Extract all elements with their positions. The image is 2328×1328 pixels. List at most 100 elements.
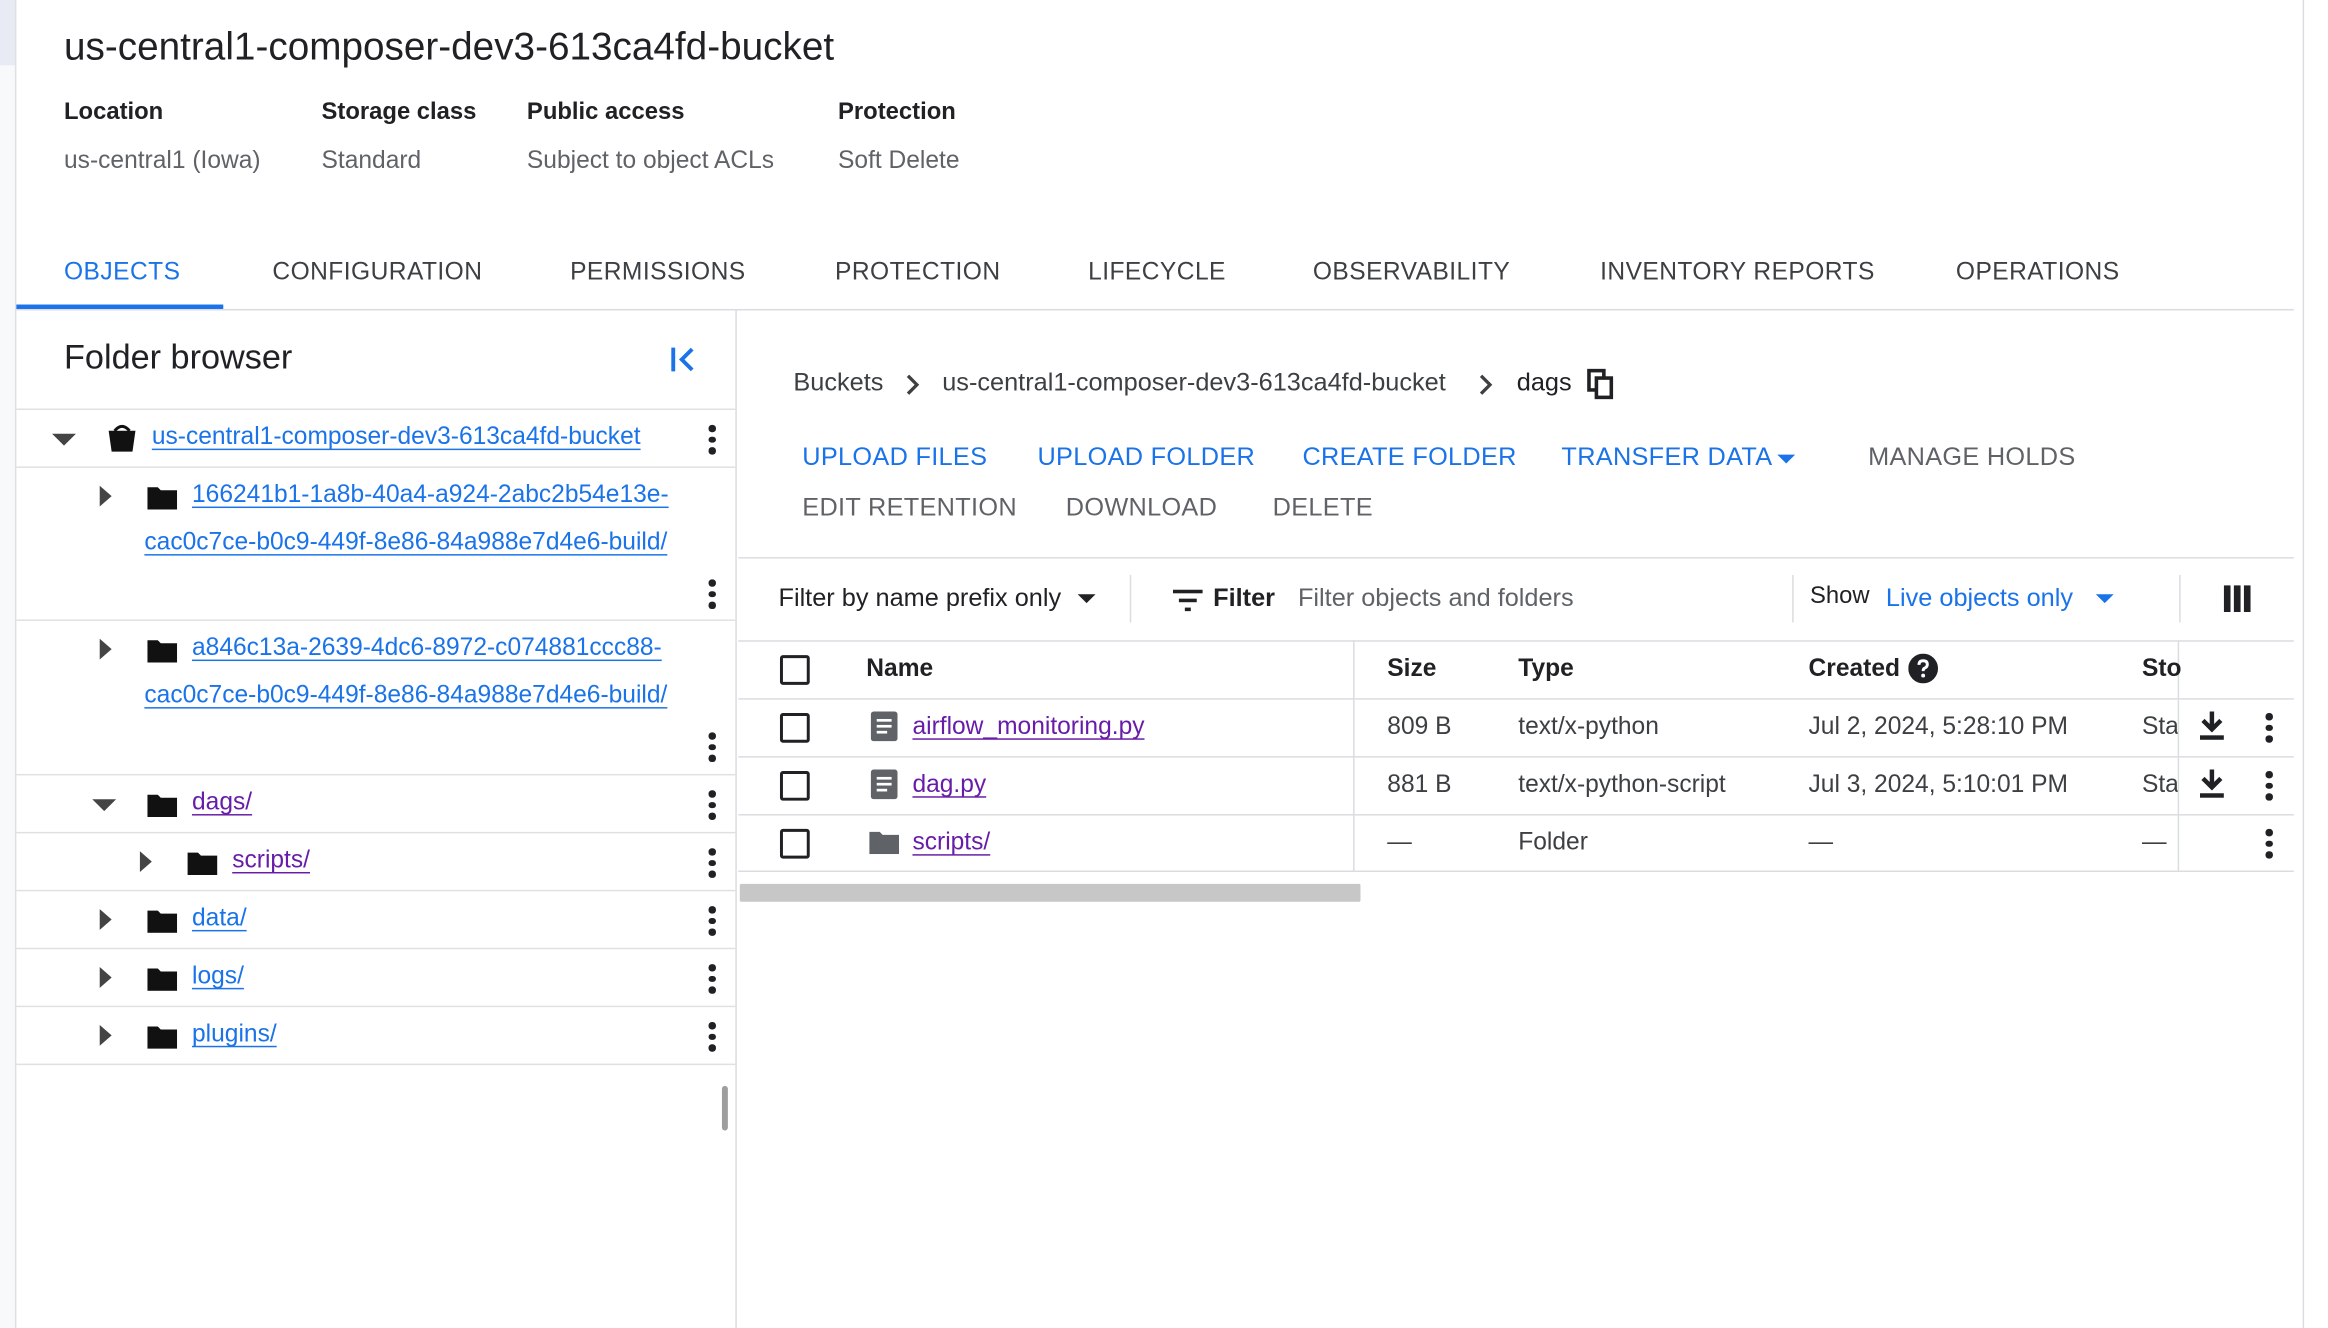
- tab-objects[interactable]: OBJECTS: [64, 258, 180, 286]
- object-created: Jul 2, 2024, 5:28:10 PM: [1808, 713, 2068, 740]
- breadcrumb-buckets[interactable]: Buckets: [793, 368, 883, 398]
- tab-permissions[interactable]: PERMISSIONS: [570, 258, 746, 286]
- column-name[interactable]: Name: [866, 655, 933, 683]
- row-more-icon[interactable]: [2264, 770, 2273, 801]
- tabs-divider: [16, 308, 2294, 311]
- object-storage: Sta: [2141, 770, 2178, 798]
- storage-class-label: Storage class: [321, 99, 477, 125]
- folder-more-icon[interactable]: [707, 848, 716, 878]
- chevron-right-icon: [1479, 374, 1493, 395]
- copy-icon[interactable]: [1587, 368, 1614, 400]
- expand-icon[interactable]: [99, 485, 112, 507]
- collapse-icon[interactable]: [92, 799, 117, 812]
- tab-inventory-reports[interactable]: INVENTORY REPORTS: [1600, 258, 1875, 286]
- folder-more-icon[interactable]: [707, 790, 716, 820]
- show-select[interactable]: Live objects only: [1886, 584, 2073, 614]
- object-type: Folder: [1518, 828, 1588, 856]
- tree-folder-build-1[interactable]: 166241b1-1a8b-40a4-a924-2abc2b54e13e-: [192, 481, 669, 509]
- location-value: us-central1 (Iowa): [64, 147, 261, 174]
- right-gutter: [2304, 0, 2328, 1328]
- table-horizontal-scrollbar[interactable]: [739, 883, 1361, 902]
- folder-more-icon[interactable]: [707, 964, 716, 994]
- object-link[interactable]: scripts/: [912, 829, 990, 857]
- tree-folder-logs[interactable]: logs/: [192, 963, 244, 991]
- delete-button[interactable]: DELETE: [1273, 493, 1373, 523]
- chevron-right-icon: [906, 374, 920, 395]
- object-size: 809 B: [1387, 713, 1452, 740]
- folder-more-icon[interactable]: [707, 1022, 716, 1052]
- folder-more-icon[interactable]: [707, 906, 716, 936]
- object-link[interactable]: airflow_monitoring.py: [912, 713, 1144, 741]
- column-display-icon[interactable]: [2223, 585, 2251, 613]
- tree-folder-plugins[interactable]: plugins/: [192, 1021, 277, 1049]
- transfer-data-button[interactable]: TRANSFER DATA: [1561, 443, 1772, 473]
- folder-browser-scrollbar[interactable]: [721, 1085, 728, 1131]
- create-folder-button[interactable]: CREATE FOLDER: [1302, 443, 1516, 473]
- folder-icon: [147, 910, 178, 933]
- breadcrumb-bucket[interactable]: us-central1-composer-dev3-613ca4fd-bucke…: [942, 368, 1446, 398]
- tab-protection[interactable]: PROTECTION: [835, 258, 1000, 286]
- transfer-dropdown-icon[interactable]: [1777, 454, 1796, 464]
- download-button[interactable]: DOWNLOAD: [1066, 493, 1217, 523]
- manage-holds-button[interactable]: MANAGE HOLDS: [1868, 443, 2075, 473]
- folder-browser-divider: [735, 310, 737, 1328]
- filter-icon: [1172, 589, 1203, 612]
- root-more-icon[interactable]: [707, 424, 716, 455]
- download-icon[interactable]: [2199, 769, 2226, 799]
- storage-class-value: Standard: [321, 147, 422, 174]
- expand-icon[interactable]: [99, 967, 112, 988]
- expand-icon[interactable]: [99, 1024, 112, 1046]
- folder-icon: [869, 831, 900, 855]
- filter-mode-dropdown-icon[interactable]: [1077, 594, 1096, 604]
- collapse-panel-icon[interactable]: [667, 343, 700, 376]
- breadcrumb-current: dags: [1516, 368, 1572, 397]
- object-storage: —: [2141, 828, 2167, 856]
- tab-lifecycle[interactable]: LIFECYCLE: [1088, 258, 1226, 286]
- tree-folder-data[interactable]: data/: [192, 905, 247, 933]
- tree-folder-scripts[interactable]: scripts/: [232, 847, 310, 875]
- collapse-root-icon[interactable]: [52, 433, 76, 446]
- tab-operations[interactable]: OPERATIONS: [1956, 258, 2120, 286]
- folder-icon: [147, 794, 178, 818]
- column-created[interactable]: Created: [1809, 655, 1900, 683]
- expand-icon[interactable]: [99, 638, 112, 660]
- tree-root-bucket[interactable]: us-central1-composer-dev3-613ca4fd-bucke…: [152, 423, 641, 451]
- panel-border: [14, 0, 17, 1328]
- object-created: —: [1808, 828, 1834, 856]
- row-checkbox[interactable]: [779, 828, 810, 859]
- page-title: us-central1-composer-dev3-613ca4fd-bucke…: [64, 23, 835, 69]
- tree-folder-build-1-line2[interactable]: cac0c7ce-b0c9-449f-8e86-84a988e7d4e6-bui…: [144, 529, 667, 557]
- tree-folder-dags[interactable]: dags/: [192, 789, 252, 817]
- tab-observability[interactable]: OBSERVABILITY: [1313, 258, 1510, 286]
- column-storage[interactable]: Sto: [2142, 655, 2182, 683]
- expand-icon[interactable]: [99, 909, 112, 930]
- upload-files-button[interactable]: UPLOAD FILES: [802, 443, 987, 473]
- help-icon[interactable]: [1908, 653, 1939, 684]
- filter-input[interactable]: Filter objects and folders: [1298, 584, 1574, 614]
- object-size: —: [1387, 828, 1412, 856]
- tree-folder-build-2-line2[interactable]: cac0c7ce-b0c9-449f-8e86-84a988e7d4e6-bui…: [144, 682, 667, 710]
- object-type: text/x-python: [1518, 713, 1659, 740]
- row-more-icon[interactable]: [2264, 713, 2273, 743]
- bucket-icon: [107, 423, 137, 453]
- expand-icon[interactable]: [139, 851, 152, 872]
- select-all-checkbox[interactable]: [779, 655, 810, 685]
- row-checkbox[interactable]: [779, 713, 810, 743]
- column-size[interactable]: Size: [1387, 655, 1436, 683]
- folder-more-icon[interactable]: [707, 579, 716, 609]
- row-more-icon[interactable]: [2264, 828, 2273, 859]
- download-icon[interactable]: [2199, 711, 2226, 742]
- row-checkbox[interactable]: [779, 770, 810, 801]
- show-dropdown-icon[interactable]: [2095, 594, 2114, 604]
- tab-configuration[interactable]: CONFIGURATION: [272, 258, 482, 286]
- folder-icon: [147, 968, 178, 991]
- object-link[interactable]: dag.py: [912, 771, 986, 799]
- edit-retention-button[interactable]: EDIT RETENTION: [802, 493, 1017, 523]
- tree-folder-build-2[interactable]: a846c13a-2639-4dc6-8972-c074881ccc88-: [192, 634, 662, 662]
- column-type[interactable]: Type: [1518, 655, 1574, 683]
- folder-icon: [147, 640, 178, 663]
- object-created: Jul 3, 2024, 5:10:01 PM: [1808, 770, 2068, 798]
- folder-more-icon[interactable]: [707, 732, 716, 762]
- upload-folder-button[interactable]: UPLOAD FOLDER: [1037, 443, 1255, 473]
- filter-mode-select[interactable]: Filter by name prefix only: [778, 584, 1061, 614]
